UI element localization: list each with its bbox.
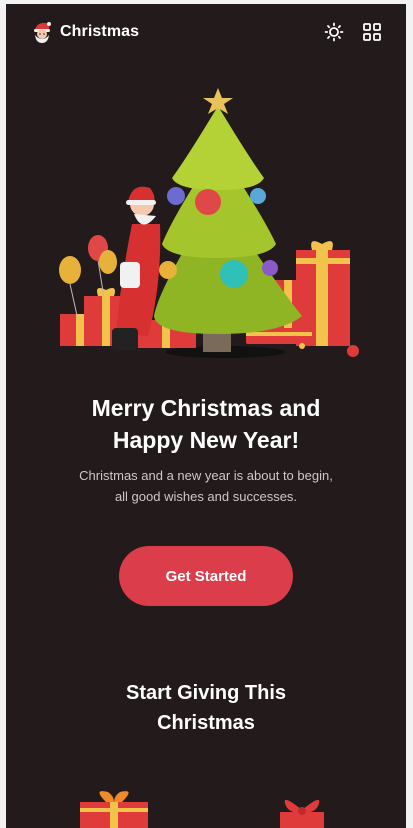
- top-header: Christmas: [6, 4, 406, 60]
- brand[interactable]: Christmas: [32, 21, 139, 43]
- section-title-line-2: Christmas: [157, 712, 255, 734]
- subtitle: Christmas and a new year is about to beg…: [6, 465, 406, 507]
- sun-icon[interactable]: [324, 22, 344, 42]
- section-title-line-1: Start Giving This: [125, 682, 287, 704]
- app-title: Christmas: [60, 23, 140, 40]
- subtitle-line-1: Christmas and a new year is about to beg…: [79, 468, 333, 483]
- grid-icon[interactable]: [362, 22, 382, 42]
- get-started-button[interactable]: Get Started: [119, 546, 293, 606]
- headline-line-1: Merry Christmas and: [91, 395, 321, 421]
- gift-box-icon: [80, 791, 148, 828]
- subtitle-line-2: all good wishes and successes.: [114, 489, 298, 504]
- header-actions: [324, 22, 382, 42]
- section-title: Start Giving This Christmas: [6, 678, 406, 738]
- headline: Merry Christmas and Happy New Year!: [6, 392, 406, 456]
- hero-illustration: [59, 88, 359, 358]
- app-screen: Christmas Merry Christmas and Happy New …: [6, 4, 406, 828]
- santa-face-icon: [34, 22, 51, 43]
- gift-bow-icon: [280, 799, 324, 828]
- headline-line-2: Happy New Year!: [112, 427, 300, 453]
